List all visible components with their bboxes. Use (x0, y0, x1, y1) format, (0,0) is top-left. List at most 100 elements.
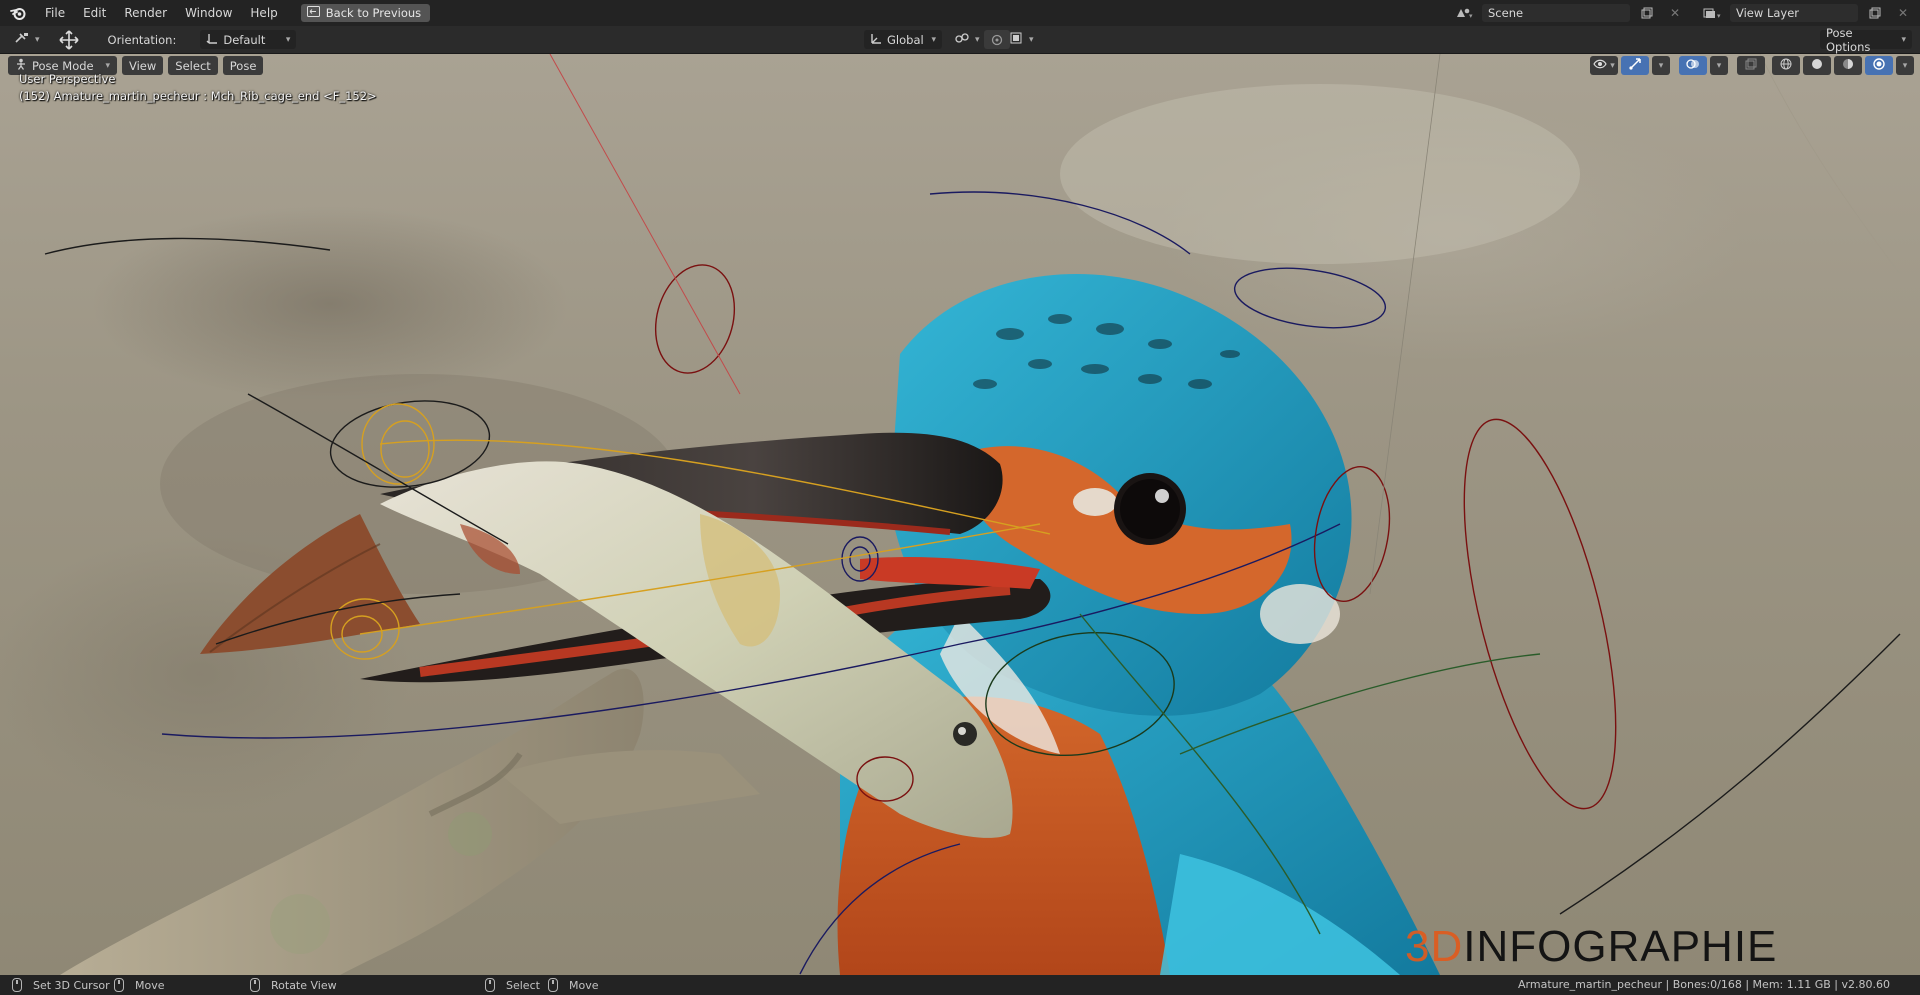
gizmo-options-dropdown[interactable]: ▾ (1652, 56, 1670, 75)
back-to-previous-label: Back to Previous (325, 6, 422, 20)
menu-help[interactable]: Help (241, 0, 286, 26)
visibility-selector[interactable]: ▾ (1590, 56, 1618, 75)
snap-selector[interactable]: ▾ (1004, 30, 1040, 49)
hint-select-label: Select (506, 978, 540, 992)
view-layer-selector-icon[interactable]: ▾ (1702, 4, 1724, 22)
menu-select[interactable]: Select (168, 56, 218, 75)
menu-window[interactable]: Window (176, 0, 241, 26)
overlays-toggle[interactable] (1679, 56, 1707, 75)
delete-scene-icon[interactable]: ✕ (1664, 4, 1686, 22)
overlays-options-dropdown[interactable]: ▾ (1710, 56, 1728, 75)
shading-wireframe-button[interactable] (1772, 56, 1800, 75)
mouse-drag-icon (548, 978, 558, 992)
mouse-right-icon (485, 978, 495, 992)
hint-move-2: Move (548, 978, 599, 992)
svg-text:▾: ▾ (1469, 12, 1473, 19)
mouse-left-icon (12, 978, 22, 992)
new-view-layer-icon[interactable] (1864, 4, 1886, 22)
material-sphere-icon (1842, 58, 1854, 73)
menu-render[interactable]: Render (115, 0, 176, 26)
mode-label: Pose Mode (32, 58, 94, 73)
chevron-down-icon: ▾ (105, 60, 110, 71)
menu-edit[interactable]: Edit (74, 0, 115, 26)
pose-options-label: Pose Options (1826, 25, 1871, 54)
chevron-down-icon: ▾ (1610, 60, 1615, 71)
shading-options-dropdown[interactable]: ▾ (1896, 56, 1914, 75)
eye-icon (1593, 59, 1607, 72)
scene-name: Scene (1488, 6, 1524, 20)
shading-rendered-button[interactable] (1865, 56, 1893, 75)
hint-set-cursor-label: Set 3D Cursor (33, 978, 110, 992)
chevron-down-icon: ▾ (1716, 60, 1722, 71)
shading-material-button[interactable] (1834, 56, 1862, 75)
view-layer-field[interactable]: View Layer (1730, 4, 1858, 22)
chevron-down-icon: ▾ (1029, 34, 1034, 45)
gizmo-icon (1628, 58, 1642, 73)
scene-selector-icon[interactable]: ▾ (1454, 4, 1476, 22)
menu-pose[interactable]: Pose (222, 56, 264, 75)
snap-icon (1010, 32, 1024, 47)
menu-file[interactable]: File (36, 0, 74, 26)
watermark-infographie: INFOGRAPHIE (1463, 922, 1778, 971)
pivot-link-icon (954, 32, 970, 47)
hint-move-label: Move (135, 978, 165, 992)
hint-rotate-view: Rotate View (250, 978, 337, 992)
orientation-label: Orientation: (107, 32, 177, 47)
chevron-down-icon: ▾ (35, 34, 40, 45)
global-axis-icon (870, 32, 882, 47)
mouse-middle-icon (250, 978, 260, 992)
hint-select: Select (485, 978, 540, 992)
transform-orientation-dropdown[interactable]: Global ▾ (864, 30, 942, 49)
mouse-drag-icon (114, 978, 124, 992)
watermark-3d: 3D (1405, 922, 1464, 971)
svg-text:▾: ▾ (1717, 12, 1721, 19)
orientation-axis-icon (206, 32, 218, 47)
orientation-value: Default (223, 32, 266, 47)
tool-settings-header: ▾ Orientation: Default ▾ Global ▾ ▾ ▾ Po… (0, 26, 1920, 54)
xray-toggle[interactable] (1737, 56, 1765, 75)
rendered-scene (44, 54, 1901, 975)
pose-options-dropdown[interactable]: Pose Options ▾ (1820, 26, 1912, 54)
menu-view[interactable]: View (122, 56, 164, 75)
pivot-point-selector[interactable]: ▾ (948, 30, 986, 49)
delete-view-layer-icon[interactable]: ✕ (1892, 4, 1914, 22)
3d-viewport[interactable]: Pose Mode ▾ View Select Pose ▾ ▾ ▾ ▾ Use… (0, 54, 1920, 975)
screen-back-icon (306, 6, 320, 20)
chevron-down-icon: ▾ (285, 34, 291, 45)
viewport-shading-controls: ▾ ▾ ▾ ▾ (1590, 56, 1914, 75)
rendered-sphere-icon (1873, 58, 1885, 73)
xray-icon (1745, 58, 1757, 73)
gizmo-toggle[interactable] (1621, 56, 1649, 75)
hint-move: Move (114, 978, 165, 992)
shading-solid-button[interactable] (1803, 56, 1831, 75)
chevron-down-icon: ▾ (1902, 60, 1908, 71)
view-layer-name: View Layer (1736, 6, 1800, 20)
active-object-info: (152) Amature_martin_pecheur : Mch_Rib_c… (19, 89, 377, 103)
watermark-logo: 3DINFOGRAPHIE (1405, 922, 1777, 972)
transform-tool-icon[interactable] (52, 29, 86, 50)
topbar-right: ▾ Scene ✕ ▾ View Layer ✕ (1454, 0, 1920, 26)
solid-sphere-icon (1811, 58, 1823, 73)
chevron-down-icon: ▾ (931, 34, 936, 45)
wireframe-sphere-icon (1780, 58, 1792, 73)
scene-name-field[interactable]: Scene (1482, 4, 1630, 22)
top-menu-bar: File Edit Render Window Help Back to Pre… (0, 0, 1920, 26)
transform-space-value: Global (887, 32, 924, 47)
new-scene-icon[interactable] (1636, 4, 1658, 22)
scene-statistics: Armature_martin_pecheur | Bones:0/168 | … (1518, 978, 1890, 991)
hint-rotate-view-label: Rotate View (271, 978, 337, 992)
blender-logo-icon[interactable] (0, 0, 36, 26)
hint-set-cursor: Set 3D Cursor (12, 978, 110, 992)
editor-type-icon (14, 32, 30, 47)
status-bar: Set 3D Cursor Move Rotate View Select Mo… (0, 975, 1920, 995)
overlays-icon (1686, 58, 1700, 73)
editor-type-selector[interactable]: ▾ (8, 30, 46, 49)
viewport-perspective-label: User Perspective (19, 72, 116, 86)
hint-move-2-label: Move (569, 978, 599, 992)
pose-mode-icon (15, 58, 27, 73)
chevron-down-icon: ▾ (1901, 34, 1906, 45)
chevron-down-icon: ▾ (975, 34, 980, 45)
back-to-previous-button[interactable]: Back to Previous (300, 4, 431, 22)
orientation-dropdown[interactable]: Default ▾ (200, 30, 297, 49)
chevron-down-icon: ▾ (1658, 60, 1664, 71)
